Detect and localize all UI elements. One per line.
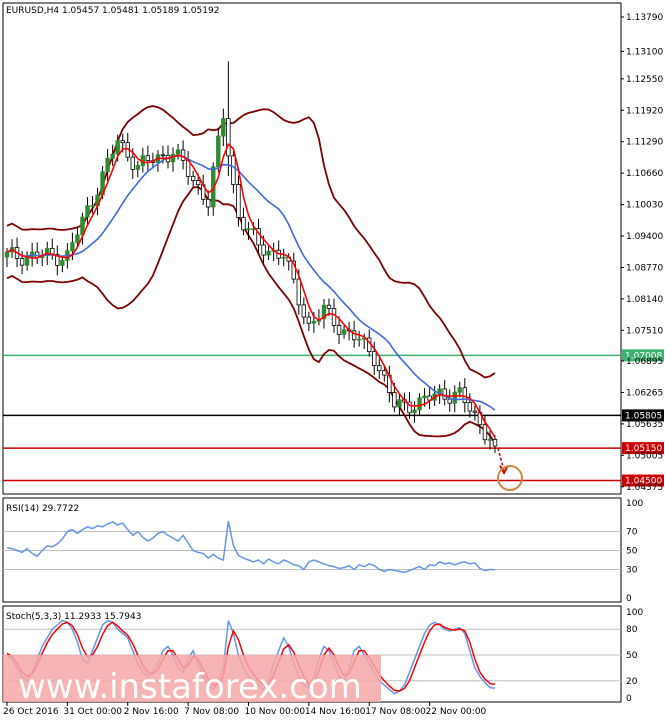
candle-body — [331, 308, 337, 326]
price-tick-label: 1.11920 — [626, 106, 663, 116]
stoch-tick-label: 20 — [626, 677, 638, 687]
price-tick-label: 1.10660 — [626, 169, 663, 179]
candle-body — [417, 397, 422, 411]
candle-body — [241, 217, 246, 231]
price-tick-label: 1.09400 — [626, 232, 663, 242]
candle-body — [311, 320, 317, 324]
candle-body — [145, 155, 151, 162]
watermark-band: www.instaforex.com — [3, 655, 381, 707]
candle-body — [160, 154, 166, 157]
candle-body — [467, 402, 473, 412]
candle-body — [130, 156, 135, 170]
watermark-text: www.instaforex.com — [18, 667, 362, 707]
price-tick-label: 1.08140 — [626, 295, 663, 305]
candle-body — [180, 149, 186, 161]
chart-area: 1.070081.058051.051501.045001.137901.131… — [2, 2, 664, 717]
stoch-tick-label: 100 — [626, 608, 643, 618]
candle-body — [492, 439, 498, 447]
candle-body — [482, 424, 488, 441]
candle-body — [221, 118, 226, 137]
candle-body — [105, 157, 110, 173]
candle-body — [487, 439, 493, 441]
price-tick-label: 1.13100 — [626, 47, 663, 57]
rsi-tick-label: 50 — [626, 547, 638, 557]
stoch-title: Stoch(5,3,3) 11.2933 15.7943 — [6, 612, 141, 622]
candle-body — [452, 391, 457, 404]
candle-body — [397, 399, 402, 408]
candle-body — [195, 180, 201, 186]
candle-body — [306, 316, 312, 324]
candle-body — [462, 387, 468, 403]
price-tick-label: 1.04375 — [626, 483, 663, 493]
candle-body — [246, 228, 251, 231]
rsi-tick-label: 70 — [626, 528, 638, 538]
candle-body — [19, 258, 25, 266]
candle-body — [472, 410, 478, 413]
time-tick-label: 26 Oct 2016 — [3, 707, 59, 717]
candle-body — [120, 140, 125, 144]
candle-body — [392, 392, 397, 408]
price-tick-label: 1.06265 — [626, 388, 663, 398]
candle-body — [261, 244, 266, 256]
candle-body — [70, 242, 75, 252]
candle-body — [336, 325, 342, 335]
candle-body — [115, 140, 120, 155]
price-tick-label: 1.07510 — [626, 326, 663, 336]
stoch-tick-label: 80 — [626, 625, 638, 635]
candle-body — [377, 365, 382, 372]
stoch-tick-label: 50 — [626, 651, 638, 661]
candle-body — [442, 388, 447, 400]
price-tick-label: 1.06895 — [626, 357, 663, 367]
rsi-tick-label: 100 — [626, 499, 643, 509]
time-tick-label: 17 Nov 08:00 — [365, 707, 426, 717]
time-tick-label: 7 Nov 08:00 — [184, 707, 239, 717]
price-tick-label: 1.05635 — [626, 420, 663, 430]
candle-body — [206, 198, 211, 208]
time-tick-label: 31 Oct 00:00 — [63, 707, 122, 717]
rsi-tick-label: 30 — [626, 566, 638, 576]
price-tick-label: 1.11290 — [626, 138, 663, 148]
candle-body — [447, 398, 452, 404]
main-chart-title: EURUSD,H4 1.05457 1.05481 1.05189 1.0519… — [6, 6, 219, 16]
candle-body — [110, 153, 115, 159]
main-panel-frame — [2, 2, 622, 495]
time-tick-label: 10 Nov 00:00 — [244, 707, 305, 717]
candle-body — [216, 135, 221, 168]
candle-body — [341, 329, 347, 335]
price-tick-label: 1.08770 — [626, 263, 663, 273]
rsi-title: RSI(14) 29.7722 — [6, 504, 79, 514]
candle-body — [175, 149, 181, 155]
candle-body — [372, 351, 377, 367]
price-tick-label: 1.13790 — [626, 13, 663, 23]
candle-body — [301, 304, 307, 318]
candle-body — [236, 184, 241, 218]
candle-body — [75, 234, 80, 243]
candle-body — [90, 205, 95, 208]
time-tick-label: 2 Nov 16:00 — [124, 707, 179, 717]
candle-body — [281, 256, 286, 259]
time-tick-label: 14 Nov 16:00 — [305, 707, 366, 717]
candle-body — [135, 165, 141, 170]
candle-body — [60, 260, 65, 266]
candle-body — [296, 278, 301, 306]
candle-body — [326, 304, 332, 309]
candle-body — [412, 409, 417, 414]
candle-body — [231, 155, 236, 185]
price-tick-label: 1.12550 — [626, 75, 663, 85]
rsi-tick-label: 0 — [626, 594, 632, 604]
candle-body — [4, 251, 10, 258]
price-tick-label: 1.10030 — [626, 201, 663, 211]
candle-body — [85, 205, 90, 218]
candle-body — [190, 175, 196, 181]
candle-body — [422, 395, 427, 399]
candle-body — [356, 338, 362, 341]
candle-body — [266, 250, 271, 256]
time-tick-label: 22 Nov 00:00 — [426, 707, 487, 717]
candle-body — [457, 387, 462, 393]
price-tick-label: 1.05005 — [626, 451, 663, 461]
candle-body — [226, 118, 231, 157]
candle-body — [382, 370, 387, 376]
stoch-tick-label: 0 — [626, 694, 632, 704]
